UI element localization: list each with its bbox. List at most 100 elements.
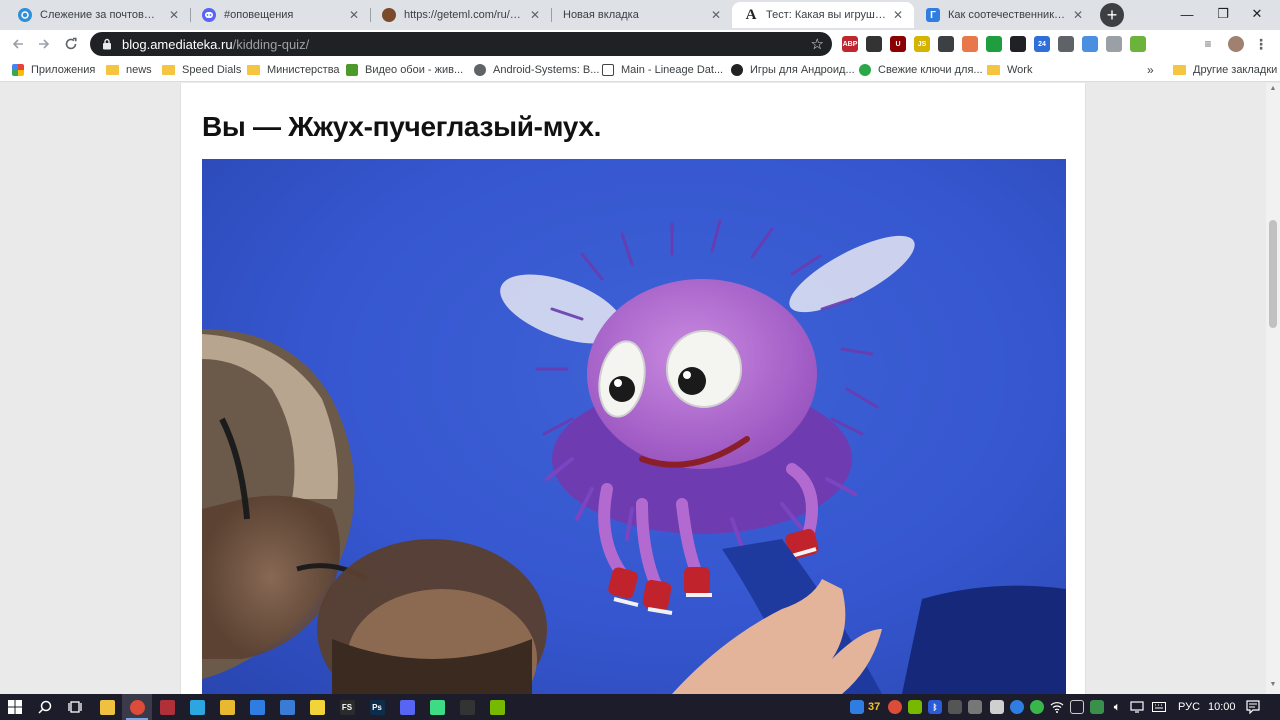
tab-close-icon[interactable]: ✕ (890, 7, 906, 23)
forward-button[interactable] (34, 34, 54, 54)
taskbar-nvidia-button[interactable] (482, 694, 512, 720)
abp-extension-icon[interactable]: ABP (842, 36, 858, 52)
article-column: Вы — Жжух-пучеглазый-мух. (180, 83, 1086, 694)
taskbar-file-explorer-button[interactable] (92, 694, 122, 720)
page-viewport: Вы — Жжух-пучеглазый-мух. (0, 83, 1266, 694)
tray-app-icon[interactable] (948, 700, 962, 714)
tab-geteml[interactable]: https://geteml.com/ru/%7B%7D ✕ (370, 2, 551, 28)
scrollbar-thumb[interactable] (1269, 220, 1277, 328)
tab-quiz-active[interactable]: A Тест: Какая вы игрушка из детства ✕ (732, 2, 914, 28)
menu-kebab-icon[interactable]: ⋮ (1253, 36, 1269, 52)
games-site-icon (731, 64, 743, 76)
js-extension-icon[interactable]: JS (914, 36, 930, 52)
keyboard-icon[interactable] (1152, 700, 1166, 714)
taskbar-android-studio-button[interactable] (422, 694, 452, 720)
ext6-extension-icon[interactable] (962, 36, 978, 52)
taskbar-photoshop-button[interactable]: Ps (362, 694, 392, 720)
bookmark-other[interactable]: Другие закладки (1173, 58, 1277, 82)
taskbar-chrome-button[interactable] (122, 694, 152, 720)
bookmark-android-systems[interactable]: Android-Systems: B... (474, 58, 599, 82)
network-icon[interactable] (1130, 700, 1144, 714)
taskbar-terminal-button[interactable] (452, 694, 482, 720)
article-favicon-icon: Г (926, 8, 940, 22)
tab-notifications[interactable]: #оповещения ✕ (190, 2, 370, 28)
task-view-button[interactable] (60, 694, 90, 720)
search-icon (38, 700, 52, 714)
page-scrollbar[interactable]: ▲ ▼ (1266, 83, 1280, 694)
scroll-down-icon[interactable]: ▼ (1269, 681, 1277, 691)
tracking-favicon-icon (18, 8, 32, 22)
phone-icon (249, 699, 265, 715)
tray-defender-icon[interactable] (1090, 700, 1104, 714)
tab-close-icon[interactable]: ✕ (346, 7, 362, 23)
tray-shield-icon[interactable] (1070, 700, 1084, 714)
language-indicator[interactable]: РУС (1178, 694, 1200, 720)
scroll-up-icon[interactable]: ▲ (1269, 85, 1277, 95)
tray-usb-icon[interactable] (990, 700, 1004, 714)
tray-chrome-icon[interactable] (888, 700, 902, 714)
search-button[interactable] (30, 694, 60, 720)
clock[interactable]: 10:00 (1208, 694, 1236, 720)
bookmark-ministries[interactable]: Министерства (247, 58, 340, 82)
ext8-extension-icon[interactable] (1010, 36, 1026, 52)
bookmark-android-games[interactable]: Игры для Андроид... (731, 58, 855, 82)
bookmark-work[interactable]: Work (987, 58, 1032, 82)
tab-title: Слежение за почтовыми отправлениями (40, 9, 162, 21)
ext11-extension-icon[interactable] (1082, 36, 1098, 52)
address-bar[interactable]: blog.amediateka.ru/kidding-quiz/ ☆ (90, 32, 832, 56)
ublock-extension-icon[interactable]: U (890, 36, 906, 52)
media-player-icon (159, 699, 175, 715)
taskbar-phone-button[interactable] (242, 694, 272, 720)
bookmark-fresh-keys[interactable]: Свежие ключи для... (859, 58, 983, 82)
tray-nvidia-icon[interactable] (908, 700, 922, 714)
bookmark-video-wallpapers[interactable]: Видео обои - жив... (346, 58, 463, 82)
tray-app-icon[interactable] (850, 700, 864, 714)
tray-bluetooth-icon[interactable]: ᛒ (928, 700, 942, 714)
back-arrow-icon (12, 39, 23, 49)
bookmark-lineage[interactable]: Main - Lineage Dat... (602, 58, 723, 82)
ext10-extension-icon[interactable] (1058, 36, 1074, 52)
start-button[interactable] (0, 694, 30, 720)
ext13-extension-icon[interactable] (1130, 36, 1146, 52)
volume-icon[interactable]: 🔈︎ (1110, 700, 1124, 714)
bookmark-apps[interactable]: Приложения (12, 58, 95, 82)
taskbar-media-player-button[interactable] (152, 694, 182, 720)
taskbar-faststone-button[interactable]: FS (332, 694, 362, 720)
reload-button[interactable] (61, 34, 81, 54)
tab-close-icon[interactable]: ✕ (527, 7, 543, 23)
ext2-extension-icon[interactable] (866, 36, 882, 52)
ext12-extension-icon[interactable] (1106, 36, 1122, 52)
tab-compatriots[interactable]: Г Как соотечественники переносят ✕ (914, 2, 1094, 28)
new-tab-button[interactable]: + (1100, 3, 1124, 27)
bookmark-speed-dials[interactable]: Speed Dials (162, 58, 241, 82)
tab-new-tab[interactable]: Новая вкладка ✕ (551, 2, 732, 28)
taskbar-folder-button[interactable] (212, 694, 242, 720)
close-window-button[interactable]: ✕ (1234, 0, 1280, 28)
profile-avatar[interactable] (1228, 36, 1244, 52)
bookmark-news[interactable]: news (106, 58, 152, 82)
tray-app-icon[interactable] (968, 700, 982, 714)
tab-close-icon[interactable]: ✕ (166, 7, 182, 23)
tab-tracking[interactable]: Слежение за почтовыми отправлениями ✕ (6, 2, 190, 28)
action-center-icon[interactable] (1246, 700, 1260, 714)
taskbar-discord-button[interactable] (392, 694, 422, 720)
wifi-icon[interactable] (1050, 700, 1064, 714)
tray-app-icon[interactable] (1010, 700, 1024, 714)
windows-logo-icon (8, 700, 22, 714)
tab-close-icon[interactable]: ✕ (1070, 7, 1086, 23)
taskbar-telegram-button[interactable] (182, 694, 212, 720)
ext7-extension-icon[interactable] (986, 36, 1002, 52)
taskbar-notes-button[interactable] (302, 694, 332, 720)
bookmarks-overflow-button[interactable]: » (1147, 58, 1154, 82)
ext9-extension-icon[interactable]: 24 (1034, 36, 1050, 52)
back-button[interactable] (8, 34, 28, 54)
tab-close-icon[interactable]: ✕ (708, 7, 724, 23)
bookmark-star-icon[interactable]: ☆ (811, 35, 824, 53)
amediateka-favicon-icon: A (745, 6, 757, 23)
bookmark-label: Android-Systems: B... (493, 64, 600, 76)
media-controls-icon[interactable]: ≡ (1200, 36, 1216, 52)
tray-app-icon[interactable] (1030, 700, 1044, 714)
tray-badge-count[interactable]: 37 (868, 694, 880, 720)
ext5-extension-icon[interactable] (938, 36, 954, 52)
taskbar-globe-button[interactable] (272, 694, 302, 720)
